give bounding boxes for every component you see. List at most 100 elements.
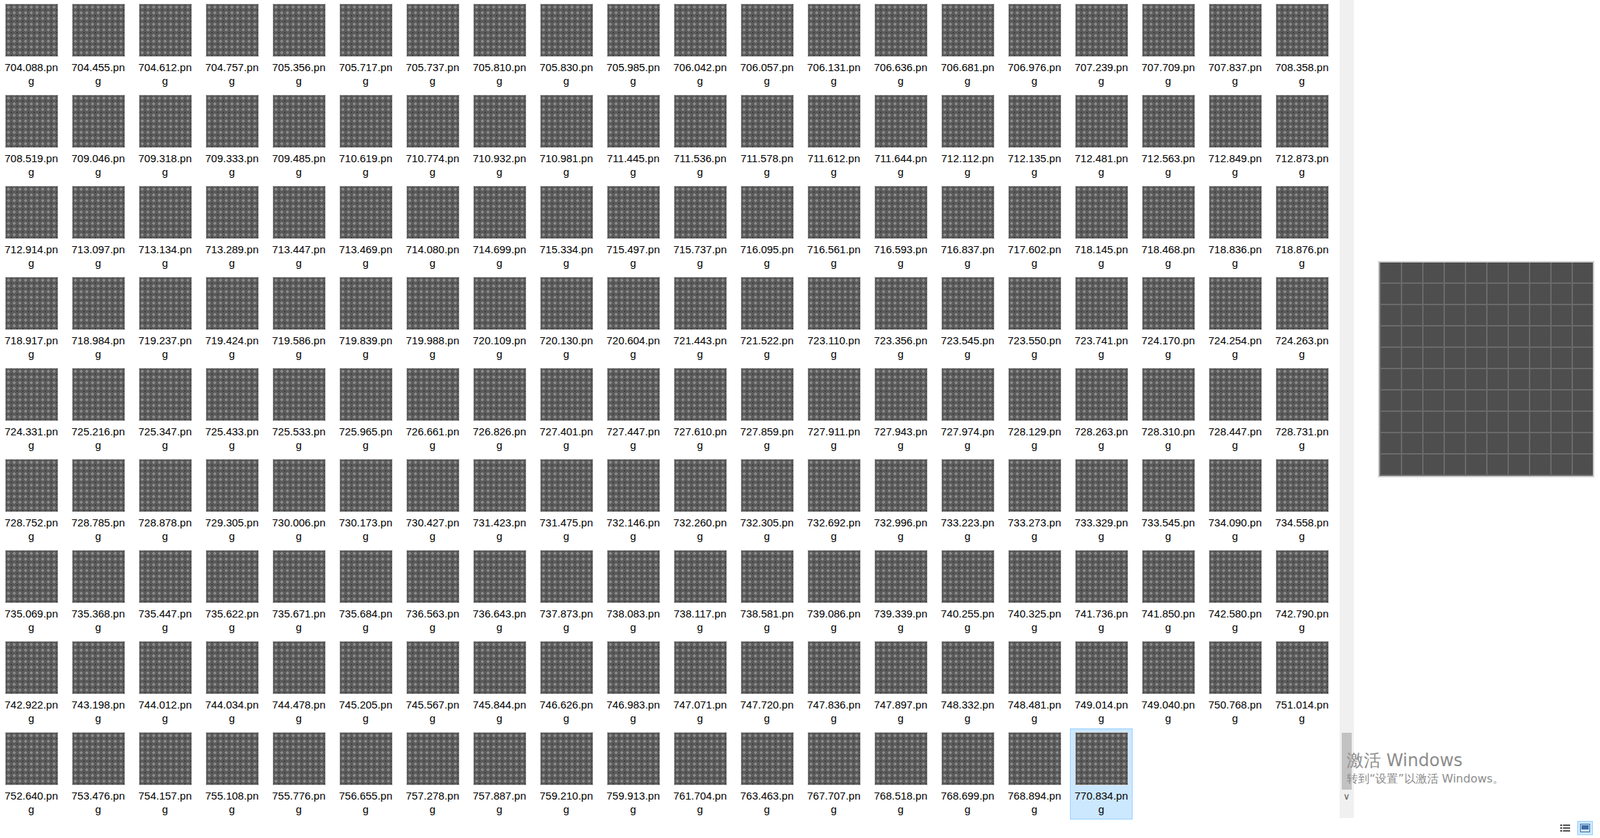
file-item[interactable]: 719.424.png (200, 273, 264, 365)
file-item[interactable]: 732.146.png (601, 455, 665, 547)
file-item[interactable]: 752.640.png (0, 728, 63, 820)
file-item[interactable]: 712.112.png (936, 91, 999, 183)
file-item[interactable]: 749.014.png (1069, 637, 1133, 729)
file-item[interactable]: 730.173.png (334, 455, 397, 547)
file-item[interactable]: 731.423.png (468, 455, 531, 547)
file-item[interactable]: 713.097.png (66, 182, 130, 274)
file-item[interactable]: 759.210.png (534, 728, 598, 820)
file-item[interactable]: 735.684.png (334, 546, 397, 638)
file-item[interactable]: 725.533.png (267, 364, 331, 456)
file-item[interactable]: 712.873.png (1270, 91, 1334, 183)
file-item[interactable]: 744.012.png (133, 637, 197, 729)
file-item[interactable]: 728.785.png (66, 455, 130, 547)
file-item[interactable]: 741.850.png (1136, 546, 1200, 638)
file-item[interactable]: 705.985.png (601, 0, 665, 92)
file-item[interactable]: 715.737.png (668, 182, 732, 274)
file-item[interactable]: 718.917.png (0, 273, 63, 365)
file-item[interactable]: 718.984.png (66, 273, 130, 365)
file-item[interactable]: 705.810.png (468, 0, 531, 92)
file-item[interactable]: 732.996.png (869, 455, 932, 547)
file-item[interactable]: 740.255.png (936, 546, 999, 638)
file-item[interactable]: 740.325.png (1003, 546, 1066, 638)
file-item[interactable]: 706.976.png (1003, 0, 1066, 92)
file-item[interactable]: 712.481.png (1069, 91, 1133, 183)
file-item[interactable]: 725.433.png (200, 364, 264, 456)
file-item[interactable]: 711.536.png (668, 91, 732, 183)
file-item[interactable]: 754.157.png (133, 728, 197, 820)
file-item[interactable]: 761.704.png (668, 728, 732, 820)
file-item[interactable]: 711.612.png (802, 91, 866, 183)
file-item[interactable]: 767.707.png (802, 728, 866, 820)
file-item[interactable]: 720.109.png (468, 273, 531, 365)
file-item[interactable]: 704.757.png (200, 0, 264, 92)
file-item[interactable]: 741.736.png (1069, 546, 1133, 638)
file-item[interactable]: 727.974.png (936, 364, 999, 456)
file-item[interactable]: 759.913.png (601, 728, 665, 820)
file-item[interactable]: 719.586.png (267, 273, 331, 365)
file-item[interactable]: 733.223.png (936, 455, 999, 547)
file-item[interactable]: 715.497.png (601, 182, 665, 274)
file-item[interactable]: 744.034.png (200, 637, 264, 729)
file-item[interactable]: 742.790.png (1270, 546, 1334, 638)
file-item[interactable]: 763.463.png (735, 728, 799, 820)
file-item[interactable]: 744.478.png (267, 637, 331, 729)
file-item[interactable]: 706.042.png (668, 0, 732, 92)
file-item[interactable]: 727.943.png (869, 364, 932, 456)
file-item[interactable]: 727.911.png (802, 364, 866, 456)
view-button[interactable] (1557, 820, 1573, 836)
file-item[interactable]: 728.263.png (1069, 364, 1133, 456)
file-item[interactable]: 723.741.png (1069, 273, 1133, 365)
file-item[interactable]: 734.090.png (1203, 455, 1267, 547)
file-item[interactable]: 739.339.png (869, 546, 932, 638)
file-item[interactable]: 718.836.png (1203, 182, 1267, 274)
file-item[interactable]: 727.859.png (735, 364, 799, 456)
file-item[interactable]: 723.110.png (802, 273, 866, 365)
file-item[interactable]: 707.709.png (1136, 0, 1200, 92)
file-item[interactable]: 707.837.png (1203, 0, 1267, 92)
file-item[interactable]: 745.567.png (401, 637, 464, 729)
file-item[interactable]: 716.561.png (802, 182, 866, 274)
file-item[interactable]: 710.932.png (468, 91, 531, 183)
scroll-down-button[interactable]: ∨ (1339, 789, 1354, 804)
file-item[interactable]: 712.135.png (1003, 91, 1066, 183)
file-item[interactable]: 732.260.png (668, 455, 732, 547)
file-item[interactable]: 757.887.png (468, 728, 531, 820)
file-item[interactable]: 768.518.png (869, 728, 932, 820)
file-item[interactable]: 724.254.png (1203, 273, 1267, 365)
file-item[interactable]: 705.830.png (534, 0, 598, 92)
file-item[interactable]: 710.774.png (401, 91, 464, 183)
file-item[interactable]: 706.057.png (735, 0, 799, 92)
file-item[interactable]: 739.086.png (802, 546, 866, 638)
file-item[interactable]: 724.331.png (0, 364, 63, 456)
file-item[interactable]: 704.088.png (0, 0, 63, 92)
file-item[interactable]: 750.768.png (1203, 637, 1267, 729)
file-item[interactable]: 742.580.png (1203, 546, 1267, 638)
file-item[interactable]: 745.205.png (334, 637, 397, 729)
file-item[interactable]: 711.445.png (601, 91, 665, 183)
file-item[interactable]: 728.878.png (133, 455, 197, 547)
file-item[interactable]: 714.080.png (401, 182, 464, 274)
file-item[interactable]: 712.849.png (1203, 91, 1267, 183)
view-button[interactable] (1577, 820, 1593, 836)
file-item[interactable]: 711.644.png (869, 91, 932, 183)
file-item[interactable]: 710.619.png (334, 91, 397, 183)
file-item[interactable]: 720.604.png (601, 273, 665, 365)
file-item[interactable]: 723.356.png (869, 273, 932, 365)
file-item[interactable]: 755.776.png (267, 728, 331, 820)
file-item[interactable]: 724.170.png (1136, 273, 1200, 365)
file-item[interactable]: 737.873.png (534, 546, 598, 638)
file-item[interactable]: 706.131.png (802, 0, 866, 92)
file-item[interactable]: 733.273.png (1003, 455, 1066, 547)
file-item[interactable]: 712.914.png (0, 182, 63, 274)
file-item[interactable]: 729.305.png (200, 455, 264, 547)
file-item[interactable]: 705.737.png (401, 0, 464, 92)
scrollbar[interactable]: ∨ (1339, 0, 1354, 819)
file-item[interactable]: 746.626.png (534, 637, 598, 729)
file-item[interactable]: 708.358.png (1270, 0, 1334, 92)
file-item[interactable]: 742.922.png (0, 637, 63, 729)
file-item[interactable]: 751.014.png (1270, 637, 1334, 729)
file-item[interactable]: 735.622.png (200, 546, 264, 638)
file-item[interactable]: 716.095.png (735, 182, 799, 274)
file-item[interactable]: 747.071.png (668, 637, 732, 729)
file-item[interactable]: 727.447.png (601, 364, 665, 456)
